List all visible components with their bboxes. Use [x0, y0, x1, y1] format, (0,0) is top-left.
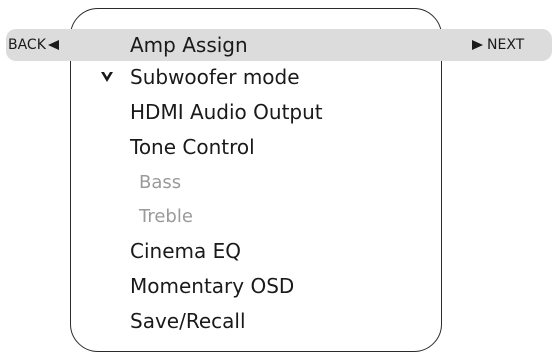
menu-item-amp-assign[interactable]: Amp Assign: [130, 33, 248, 57]
menu-item-tone-control[interactable]: Tone Control: [130, 135, 255, 159]
check-icon: [101, 72, 113, 82]
menu-item-hdmi-audio-output[interactable]: HDMI Audio Output: [130, 100, 323, 124]
back-button[interactable]: BACK: [8, 36, 59, 54]
back-label: BACK: [8, 37, 46, 53]
arrow-left-icon: [47, 40, 59, 50]
menu-item-treble: Treble: [139, 206, 193, 227]
menu-item-subwoofer-mode[interactable]: Subwoofer mode: [130, 65, 300, 89]
menu-item-cinema-eq[interactable]: Cinema EQ: [130, 239, 241, 263]
menu-item-momentary-osd[interactable]: Momentary OSD: [130, 274, 294, 298]
next-button[interactable]: NEXT: [472, 36, 524, 54]
next-label: NEXT: [487, 37, 525, 53]
menu-item-save-recall[interactable]: Save/Recall: [130, 309, 246, 333]
menu-item-bass: Bass: [139, 172, 182, 193]
selected-row-highlight: [6, 29, 552, 61]
arrow-right-icon: [472, 40, 483, 50]
